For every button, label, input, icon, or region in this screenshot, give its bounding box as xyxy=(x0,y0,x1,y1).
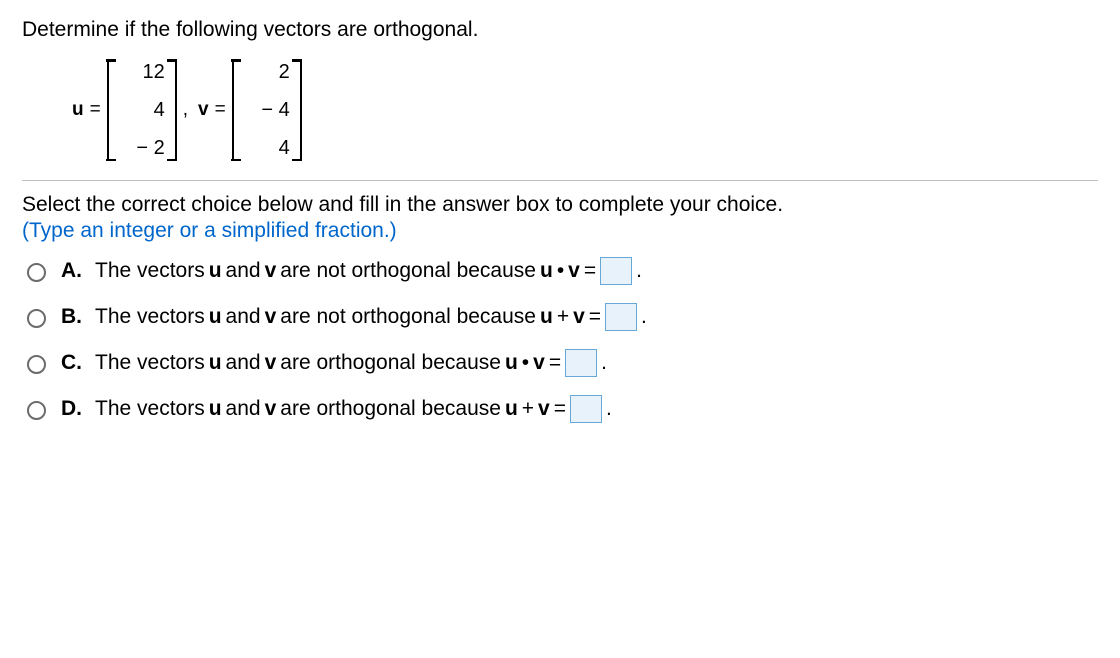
eq-symbol: = xyxy=(215,99,226,121)
u-entry: 12 xyxy=(119,62,165,82)
u-bold: u xyxy=(209,305,222,329)
expr-u: u xyxy=(540,259,553,283)
text: The vectors xyxy=(95,351,205,375)
text: . xyxy=(641,305,647,329)
v-entry: 4 xyxy=(244,138,290,158)
text: . xyxy=(601,351,607,375)
text: are orthogonal because xyxy=(280,397,501,421)
choice-text: The vectors u and v are not orthogonal b… xyxy=(95,303,647,331)
eq: = xyxy=(589,305,601,329)
expr-v: v xyxy=(533,351,545,375)
choices-group: A. The vectors u and v are not orthogona… xyxy=(22,257,1098,423)
text: The vectors xyxy=(95,305,205,329)
text: . xyxy=(606,397,612,421)
expr-u: u xyxy=(505,397,518,421)
choice-c[interactable]: C. The vectors u and v are orthogonal be… xyxy=(22,349,1098,377)
text: and xyxy=(226,351,261,375)
hint-text: (Type an integer or a simplified fractio… xyxy=(22,219,1098,243)
answer-input-b[interactable] xyxy=(605,303,637,331)
text: The vectors xyxy=(95,259,205,283)
comma: , xyxy=(183,99,188,121)
eq-symbol: = xyxy=(90,99,101,121)
expr-v: v xyxy=(573,305,585,329)
answer-input-c[interactable] xyxy=(565,349,597,377)
expr-u: u xyxy=(505,351,518,375)
v-label: v xyxy=(198,99,209,121)
u-entry: − 2 xyxy=(119,138,165,158)
expr-u: u xyxy=(540,305,553,329)
text: and xyxy=(226,259,261,283)
text: are not orthogonal because xyxy=(280,305,536,329)
choice-d[interactable]: D. The vectors u and v are orthogonal be… xyxy=(22,395,1098,423)
eq: = xyxy=(549,351,561,375)
text: are orthogonal because xyxy=(280,351,501,375)
u-label: u xyxy=(72,99,84,121)
radio-a[interactable] xyxy=(27,263,46,282)
text: are not orthogonal because xyxy=(280,259,536,283)
u-vector: 12 4 − 2 xyxy=(107,60,177,160)
u-bold: u xyxy=(209,397,222,421)
choice-text: The vectors u and v are orthogonal becau… xyxy=(95,349,607,377)
choice-a[interactable]: A. The vectors u and v are not orthogona… xyxy=(22,257,1098,285)
v-bold: v xyxy=(265,351,277,375)
text: and xyxy=(226,305,261,329)
u-bold: u xyxy=(209,259,222,283)
v-vector: 2 − 4 4 xyxy=(232,60,302,160)
choice-text: The vectors u and v are not orthogonal b… xyxy=(95,257,642,285)
radio-d[interactable] xyxy=(27,401,46,420)
instruction-text: Select the correct choice below and fill… xyxy=(22,193,1098,217)
question-text: Determine if the following vectors are o… xyxy=(22,18,1098,42)
v-entry: 2 xyxy=(244,62,290,82)
choice-letter: D. xyxy=(61,397,83,421)
text: The vectors xyxy=(95,397,205,421)
answer-input-a[interactable] xyxy=(600,257,632,285)
op: • xyxy=(557,259,564,283)
choice-b[interactable]: B. The vectors u and v are not orthogona… xyxy=(22,303,1098,331)
op: • xyxy=(522,351,529,375)
radio-b[interactable] xyxy=(27,309,46,328)
divider xyxy=(22,180,1098,181)
v-bold: v xyxy=(265,305,277,329)
text: . xyxy=(636,259,642,283)
v-bold: v xyxy=(265,259,277,283)
v-entry: − 4 xyxy=(244,100,290,120)
choice-letter: A. xyxy=(61,259,83,283)
op: + xyxy=(557,305,569,329)
expr-v: v xyxy=(568,259,580,283)
radio-c[interactable] xyxy=(27,355,46,374)
choice-letter: C. xyxy=(61,351,83,375)
text: and xyxy=(226,397,261,421)
eq: = xyxy=(554,397,566,421)
v-bold: v xyxy=(265,397,277,421)
eq: = xyxy=(584,259,596,283)
expr-v: v xyxy=(538,397,550,421)
vectors-display: u = 12 4 − 2 , v = 2 − 4 4 xyxy=(72,60,1098,160)
op: + xyxy=(522,397,534,421)
answer-input-d[interactable] xyxy=(570,395,602,423)
u-bold: u xyxy=(209,351,222,375)
u-entry: 4 xyxy=(119,100,165,120)
choice-text: The vectors u and v are orthogonal becau… xyxy=(95,395,612,423)
choice-letter: B. xyxy=(61,305,83,329)
